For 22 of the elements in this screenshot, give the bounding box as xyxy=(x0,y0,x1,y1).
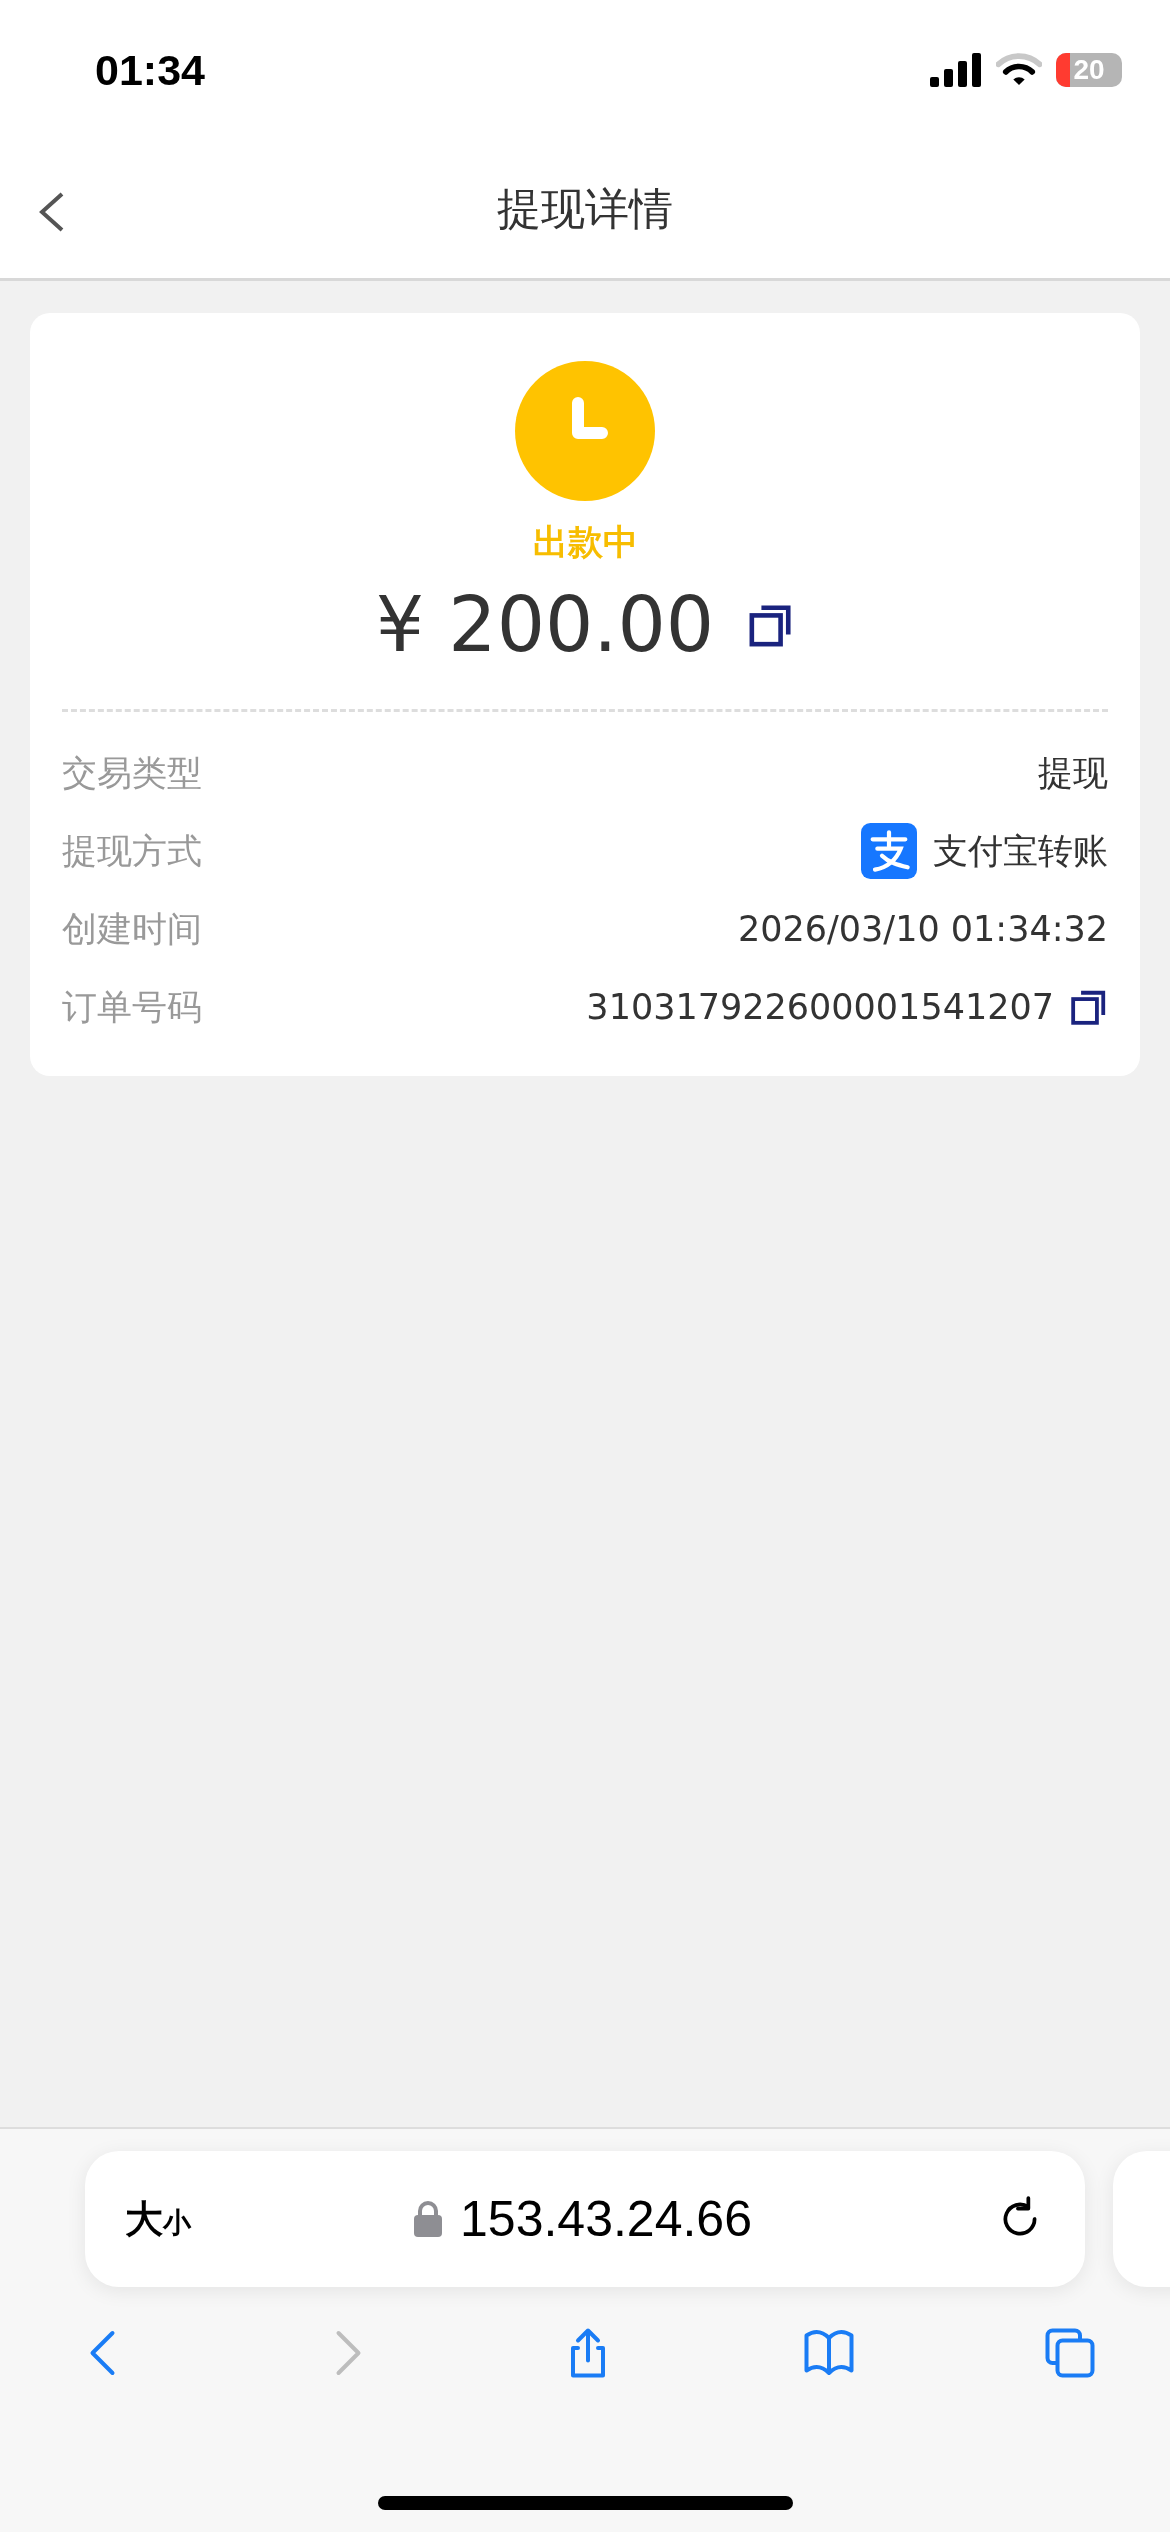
status-label: 出款中 xyxy=(532,521,638,564)
detail-value: 支付宝转账 xyxy=(933,829,1108,873)
page-title: 提现详情 xyxy=(497,181,673,236)
status-time: 01:34 xyxy=(95,45,205,95)
detail-value: 310317922600001541207 xyxy=(586,987,1054,1027)
detail-value: 2026/03/10 01:34:32 xyxy=(737,909,1108,949)
wifi-icon xyxy=(996,53,1042,87)
detail-label: 创建时间 xyxy=(62,907,202,951)
lock-icon xyxy=(414,2201,442,2237)
text-size-button[interactable]: 大小 xyxy=(125,2193,191,2245)
payment-app-icon xyxy=(861,823,917,879)
copy-button[interactable] xyxy=(1070,988,1108,1026)
detail-label: 订单号码 xyxy=(62,985,202,1029)
clock-icon xyxy=(515,361,655,501)
copy-icon xyxy=(1070,988,1108,1026)
detail-value: 提现 xyxy=(1038,751,1108,795)
detail-label: 交易类型 xyxy=(62,751,202,795)
detail-label: 提现方式 xyxy=(62,829,202,873)
signal-icon xyxy=(930,53,982,87)
amount-text: ¥ 200.00 xyxy=(375,580,715,669)
battery-icon: 20 xyxy=(1056,53,1122,87)
url-field[interactable]: 153.43.24.66 xyxy=(191,2189,975,2249)
